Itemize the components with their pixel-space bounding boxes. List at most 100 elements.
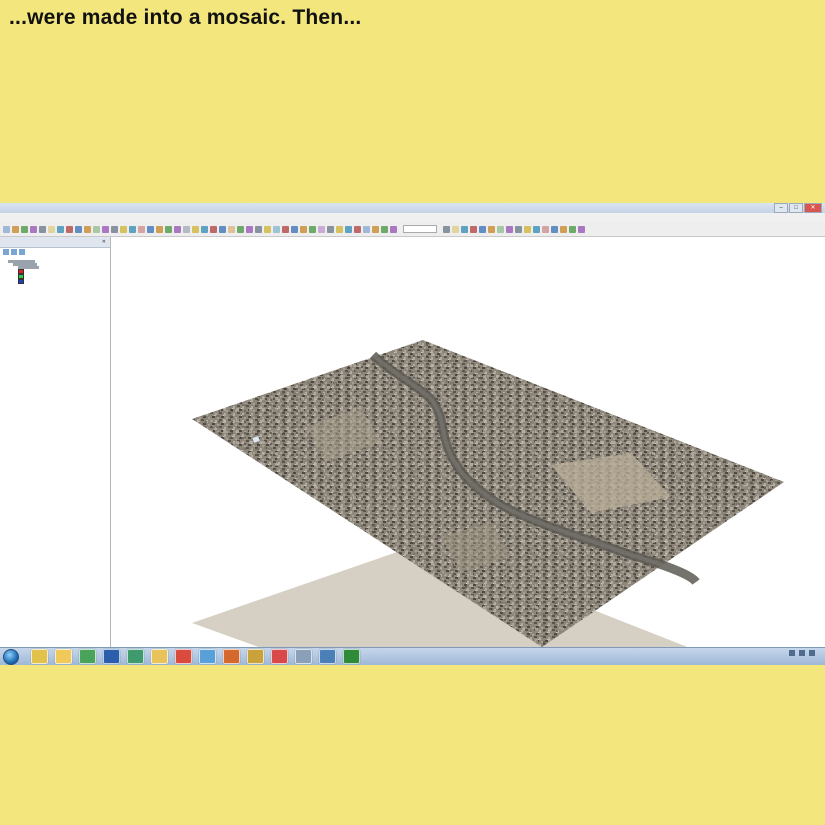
toolbar-tool-icon[interactable] — [497, 225, 504, 233]
toolbar-tool-icon[interactable] — [147, 225, 154, 233]
taskbar-word-icon[interactable] — [103, 649, 120, 664]
toolbar — [0, 222, 825, 237]
system-tray — [789, 650, 819, 656]
close-icon[interactable]: ✕ — [102, 237, 106, 247]
toolbar-tool-icon[interactable] — [443, 225, 450, 233]
toolbar-tool-icon[interactable] — [273, 225, 280, 233]
taskbar-folder-icon[interactable] — [151, 649, 168, 664]
toolbar-tool-icon[interactable] — [39, 225, 46, 233]
toolbar-tool-icon[interactable] — [560, 225, 567, 233]
taskbar-powerpoint-icon[interactable] — [223, 649, 240, 664]
toolbar-tool-icon[interactable] — [479, 225, 486, 233]
toolbar-tool-icon[interactable] — [192, 225, 199, 233]
toolbar-tool-icon[interactable] — [246, 225, 253, 233]
toolbar-tool-icon[interactable] — [219, 225, 226, 233]
toc-header: ✕ — [0, 237, 110, 248]
maximize-button[interactable]: □ — [789, 203, 803, 213]
toolbar-tool-icon[interactable] — [21, 225, 28, 233]
toolbar-tool-icon[interactable] — [470, 225, 477, 233]
toolbar-tool-icon[interactable] — [174, 225, 181, 233]
start-button[interactable] — [3, 648, 19, 665]
toolbar-tool-icon[interactable] — [201, 225, 208, 233]
toolbar-tool-icon[interactable] — [578, 225, 585, 233]
toolbar-tool-icon[interactable] — [165, 225, 172, 233]
window-titlebar[interactable]: – □ ✕ — [0, 203, 825, 213]
taskbar-paint-icon[interactable] — [271, 649, 288, 664]
mosaic-scene — [192, 340, 784, 665]
toolbar-tool-icon[interactable] — [183, 225, 190, 233]
taskbar-settings-icon[interactable] — [295, 649, 312, 664]
toolbar-tool-icon[interactable] — [255, 225, 262, 233]
network-icon[interactable] — [799, 650, 805, 656]
color-swatch-icon — [18, 279, 24, 284]
toolbar-tool-icon[interactable] — [264, 225, 271, 233]
toolbar-tool-icon[interactable] — [75, 225, 82, 233]
flag-icon[interactable] — [789, 650, 795, 656]
toolbar-tool-icon[interactable] — [533, 225, 540, 233]
toolbar-tool-icon[interactable] — [291, 225, 298, 233]
taskbar-chrome-icon[interactable] — [175, 649, 192, 664]
toolbar-tool-icon[interactable] — [327, 225, 334, 233]
taskbar-photos-icon[interactable] — [127, 649, 144, 664]
toolbar-tool-icon[interactable] — [354, 225, 361, 233]
toolbar-tool-icon[interactable] — [318, 225, 325, 233]
toolbar-tool-icon[interactable] — [66, 225, 73, 233]
toolbar-tool-icon[interactable] — [30, 225, 37, 233]
toc-toolbar — [0, 248, 110, 258]
toolbar-tool-icon[interactable] — [228, 225, 235, 233]
close-button[interactable]: ✕ — [804, 203, 822, 213]
layer-tree — [0, 258, 110, 286]
toolbar-tool-icon[interactable] — [3, 225, 10, 233]
band-legend-row[interactable] — [3, 279, 107, 284]
toolbar-tool-icon[interactable] — [84, 225, 91, 233]
toolbar-tool-icon[interactable] — [210, 225, 217, 233]
toolbar-tool-icon[interactable] — [452, 225, 459, 233]
toolbar-tool-icon[interactable] — [48, 225, 55, 233]
desktop-screenshot: – □ ✕ ✕ — [0, 203, 825, 665]
toolbar-tool-icon[interactable] — [524, 225, 531, 233]
toolbar-tool-icon[interactable] — [506, 225, 513, 233]
taskbar-arcmap-icon[interactable] — [247, 649, 264, 664]
taskbar-explorer-icon[interactable] — [31, 649, 48, 664]
toolbar-tool-icon[interactable] — [57, 225, 64, 233]
toolbar-tool-icon[interactable] — [156, 225, 163, 233]
toolbar-tool-icon[interactable] — [138, 225, 145, 233]
taskbar-folder-icon[interactable] — [55, 649, 72, 664]
taskbar-globe-icon[interactable] — [343, 649, 360, 664]
toolbar-tool-icon[interactable] — [309, 225, 316, 233]
taskbar-notes-icon[interactable] — [199, 649, 216, 664]
toolbar-tool-icon[interactable] — [129, 225, 136, 233]
toolbar-tool-icon[interactable] — [237, 225, 244, 233]
scale-select[interactable] — [403, 225, 437, 233]
taskbar-tools-icon[interactable] — [319, 649, 336, 664]
caption-text: ...were made into a mosaic. Then... — [9, 6, 362, 29]
toolbar-tool-icon[interactable] — [372, 225, 379, 233]
toolbar-tool-icon[interactable] — [461, 225, 468, 233]
toolbar-tool-icon[interactable] — [12, 225, 19, 233]
table-of-contents-panel: ✕ — [0, 237, 111, 647]
toolbar-tool-icon[interactable] — [542, 225, 549, 233]
toolbar-tool-icon[interactable] — [345, 225, 352, 233]
minimize-button[interactable]: – — [774, 203, 788, 213]
toolbar-tool-icon[interactable] — [390, 225, 397, 233]
toolbar-tool-icon[interactable] — [381, 225, 388, 233]
toolbar-tool-icon[interactable] — [363, 225, 370, 233]
toolbar-tool-icon[interactable] — [111, 225, 118, 233]
toolbar-tool-icon[interactable] — [282, 225, 289, 233]
options-icon[interactable] — [19, 249, 25, 255]
toolbar-tool-icon[interactable] — [93, 225, 100, 233]
toolbar-tool-icon[interactable] — [102, 225, 109, 233]
toolbar-tool-icon[interactable] — [569, 225, 576, 233]
toolbar-tool-icon[interactable] — [120, 225, 127, 233]
taskbar-chrome-icon[interactable] — [79, 649, 96, 664]
toolbar-tool-icon[interactable] — [551, 225, 558, 233]
toolbar-tool-icon[interactable] — [336, 225, 343, 233]
menu-bar — [0, 213, 825, 222]
3d-scene-view[interactable] — [111, 237, 825, 665]
toolbar-tool-icon[interactable] — [488, 225, 495, 233]
list-by-source-icon[interactable] — [11, 249, 17, 255]
list-by-drawing-order-icon[interactable] — [3, 249, 9, 255]
toolbar-tool-icon[interactable] — [515, 225, 522, 233]
toolbar-tool-icon[interactable] — [300, 225, 307, 233]
volume-icon[interactable] — [809, 650, 815, 656]
